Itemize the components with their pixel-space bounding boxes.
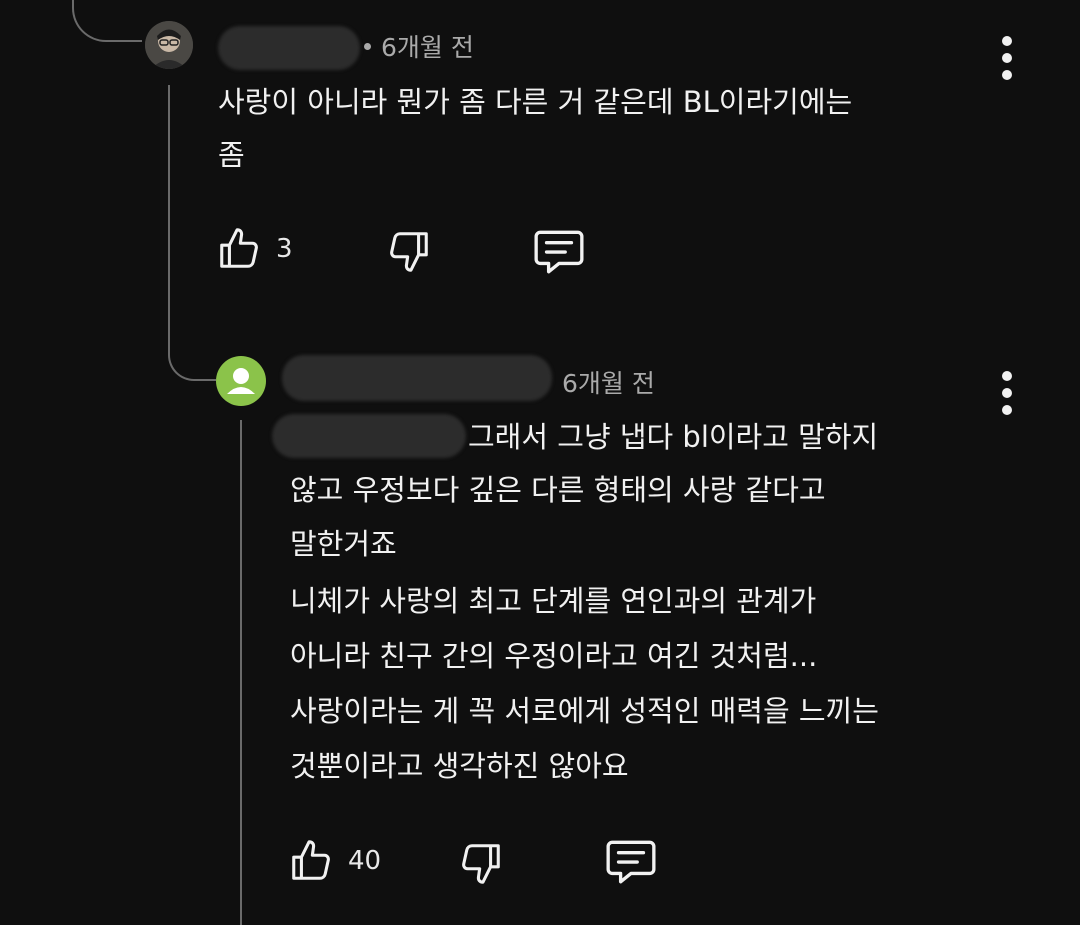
comment-text-line: 아니라 친구 간의 우정이라고 여긴 것처럼... — [290, 639, 818, 673]
like-count: 3 — [276, 234, 293, 264]
user-photo-icon — [145, 21, 193, 69]
comment-text-line: 니체가 사랑의 최고 단계를 연인과의 관계가 — [290, 584, 817, 618]
reply-button[interactable] — [532, 226, 586, 276]
default-user-icon — [227, 368, 255, 394]
more-options-button[interactable] — [992, 36, 1022, 80]
separator-dot — [364, 42, 371, 50]
reply-button[interactable] — [604, 836, 658, 886]
user-avatar[interactable] — [216, 356, 266, 406]
comment-time: 6개월 전 — [364, 28, 474, 64]
thread-line-main — [168, 85, 170, 325]
comment-text-line: 사랑이 아니라 뭔가 좀 다른 거 같은데 BL이라기에는 — [218, 85, 853, 119]
thread-line-reply — [240, 420, 242, 925]
comment-text-line: 것뿐이라고 생각하진 않아요 — [290, 749, 629, 783]
more-options-button[interactable] — [992, 371, 1022, 415]
comment-text-line: 그래서 그냥 냅다 bl이라고 말하지 — [468, 420, 879, 454]
thread-connector-reply — [168, 325, 216, 381]
reply-icon — [606, 840, 656, 884]
dislike-button[interactable] — [458, 840, 504, 886]
comment-text-line: 않고 우정보다 깊은 다른 형태의 사랑 같다고 — [290, 473, 826, 507]
like-button[interactable] — [288, 838, 334, 884]
reply-icon — [534, 230, 584, 274]
comment-text-line: 좀 — [218, 138, 245, 172]
redacted-mention — [272, 414, 466, 458]
thumbs-up-icon — [220, 228, 258, 268]
user-avatar[interactable] — [145, 21, 193, 69]
thumbs-down-icon — [390, 232, 428, 272]
thumbs-down-icon — [462, 844, 500, 884]
comment-text-line: 사랑이라는 게 꼭 서로에게 성적인 매력을 느끼는 — [290, 694, 879, 728]
comment-time: 6개월 전 — [562, 369, 655, 398]
redacted-username — [282, 355, 552, 401]
redacted-username — [218, 26, 360, 70]
comment-text-line: 말한거죠 — [290, 527, 397, 561]
like-count: 40 — [348, 846, 382, 876]
thumbs-up-icon — [292, 840, 330, 880]
like-button[interactable] — [216, 226, 262, 272]
thread-connector-top — [72, 0, 142, 42]
dislike-button[interactable] — [386, 228, 432, 274]
